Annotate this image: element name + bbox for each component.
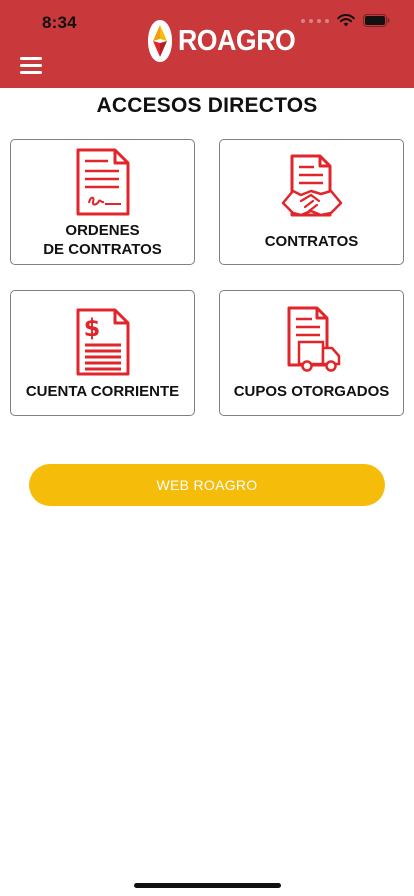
- tile-label: CUPOS OTORGADOS: [233, 383, 390, 400]
- tile-ordenes-de-contratos[interactable]: ORDENES DE CONTRATOS: [10, 139, 195, 265]
- battery-icon: [363, 14, 390, 27]
- svg-text:$: $: [83, 314, 100, 342]
- status-icons: [301, 14, 390, 27]
- page-title: ACCESOS DIRECTOS: [96, 94, 318, 117]
- roagro-emblem-icon: [148, 20, 172, 62]
- tile-cupos-otorgados[interactable]: CUPOS OTORGADOS: [219, 290, 404, 416]
- document-truck-icon: [287, 306, 340, 372]
- brand-name: ROAGRO: [178, 24, 296, 57]
- status-time: 8:34: [42, 13, 77, 32]
- tile-label: CUENTA CORRIENTE: [25, 383, 180, 400]
- tile-cuenta-corriente[interactable]: $ CUENTA CORRIENTE: [10, 290, 195, 416]
- tile-label-line2: DE CONTRATOS: [43, 241, 162, 258]
- signed-document-icon: [76, 148, 129, 216]
- tile-contratos[interactable]: CONTRATOS: [219, 139, 404, 265]
- tile-label-line1: ORDENES: [65, 222, 140, 239]
- handshake-contract-icon: [281, 154, 342, 217]
- wifi-icon: [337, 14, 355, 27]
- brand-logo: ROAGRO: [146, 18, 306, 64]
- hamburger-menu-icon[interactable]: [20, 57, 42, 74]
- dollar-statement-icon: $: [76, 308, 129, 376]
- app-header: 8:34 ROAGRO: [0, 0, 414, 88]
- tile-label: CONTRATOS: [264, 233, 359, 250]
- home-indicator: [134, 883, 281, 888]
- web-roagro-button[interactable]: WEB ROAGRO: [29, 464, 385, 506]
